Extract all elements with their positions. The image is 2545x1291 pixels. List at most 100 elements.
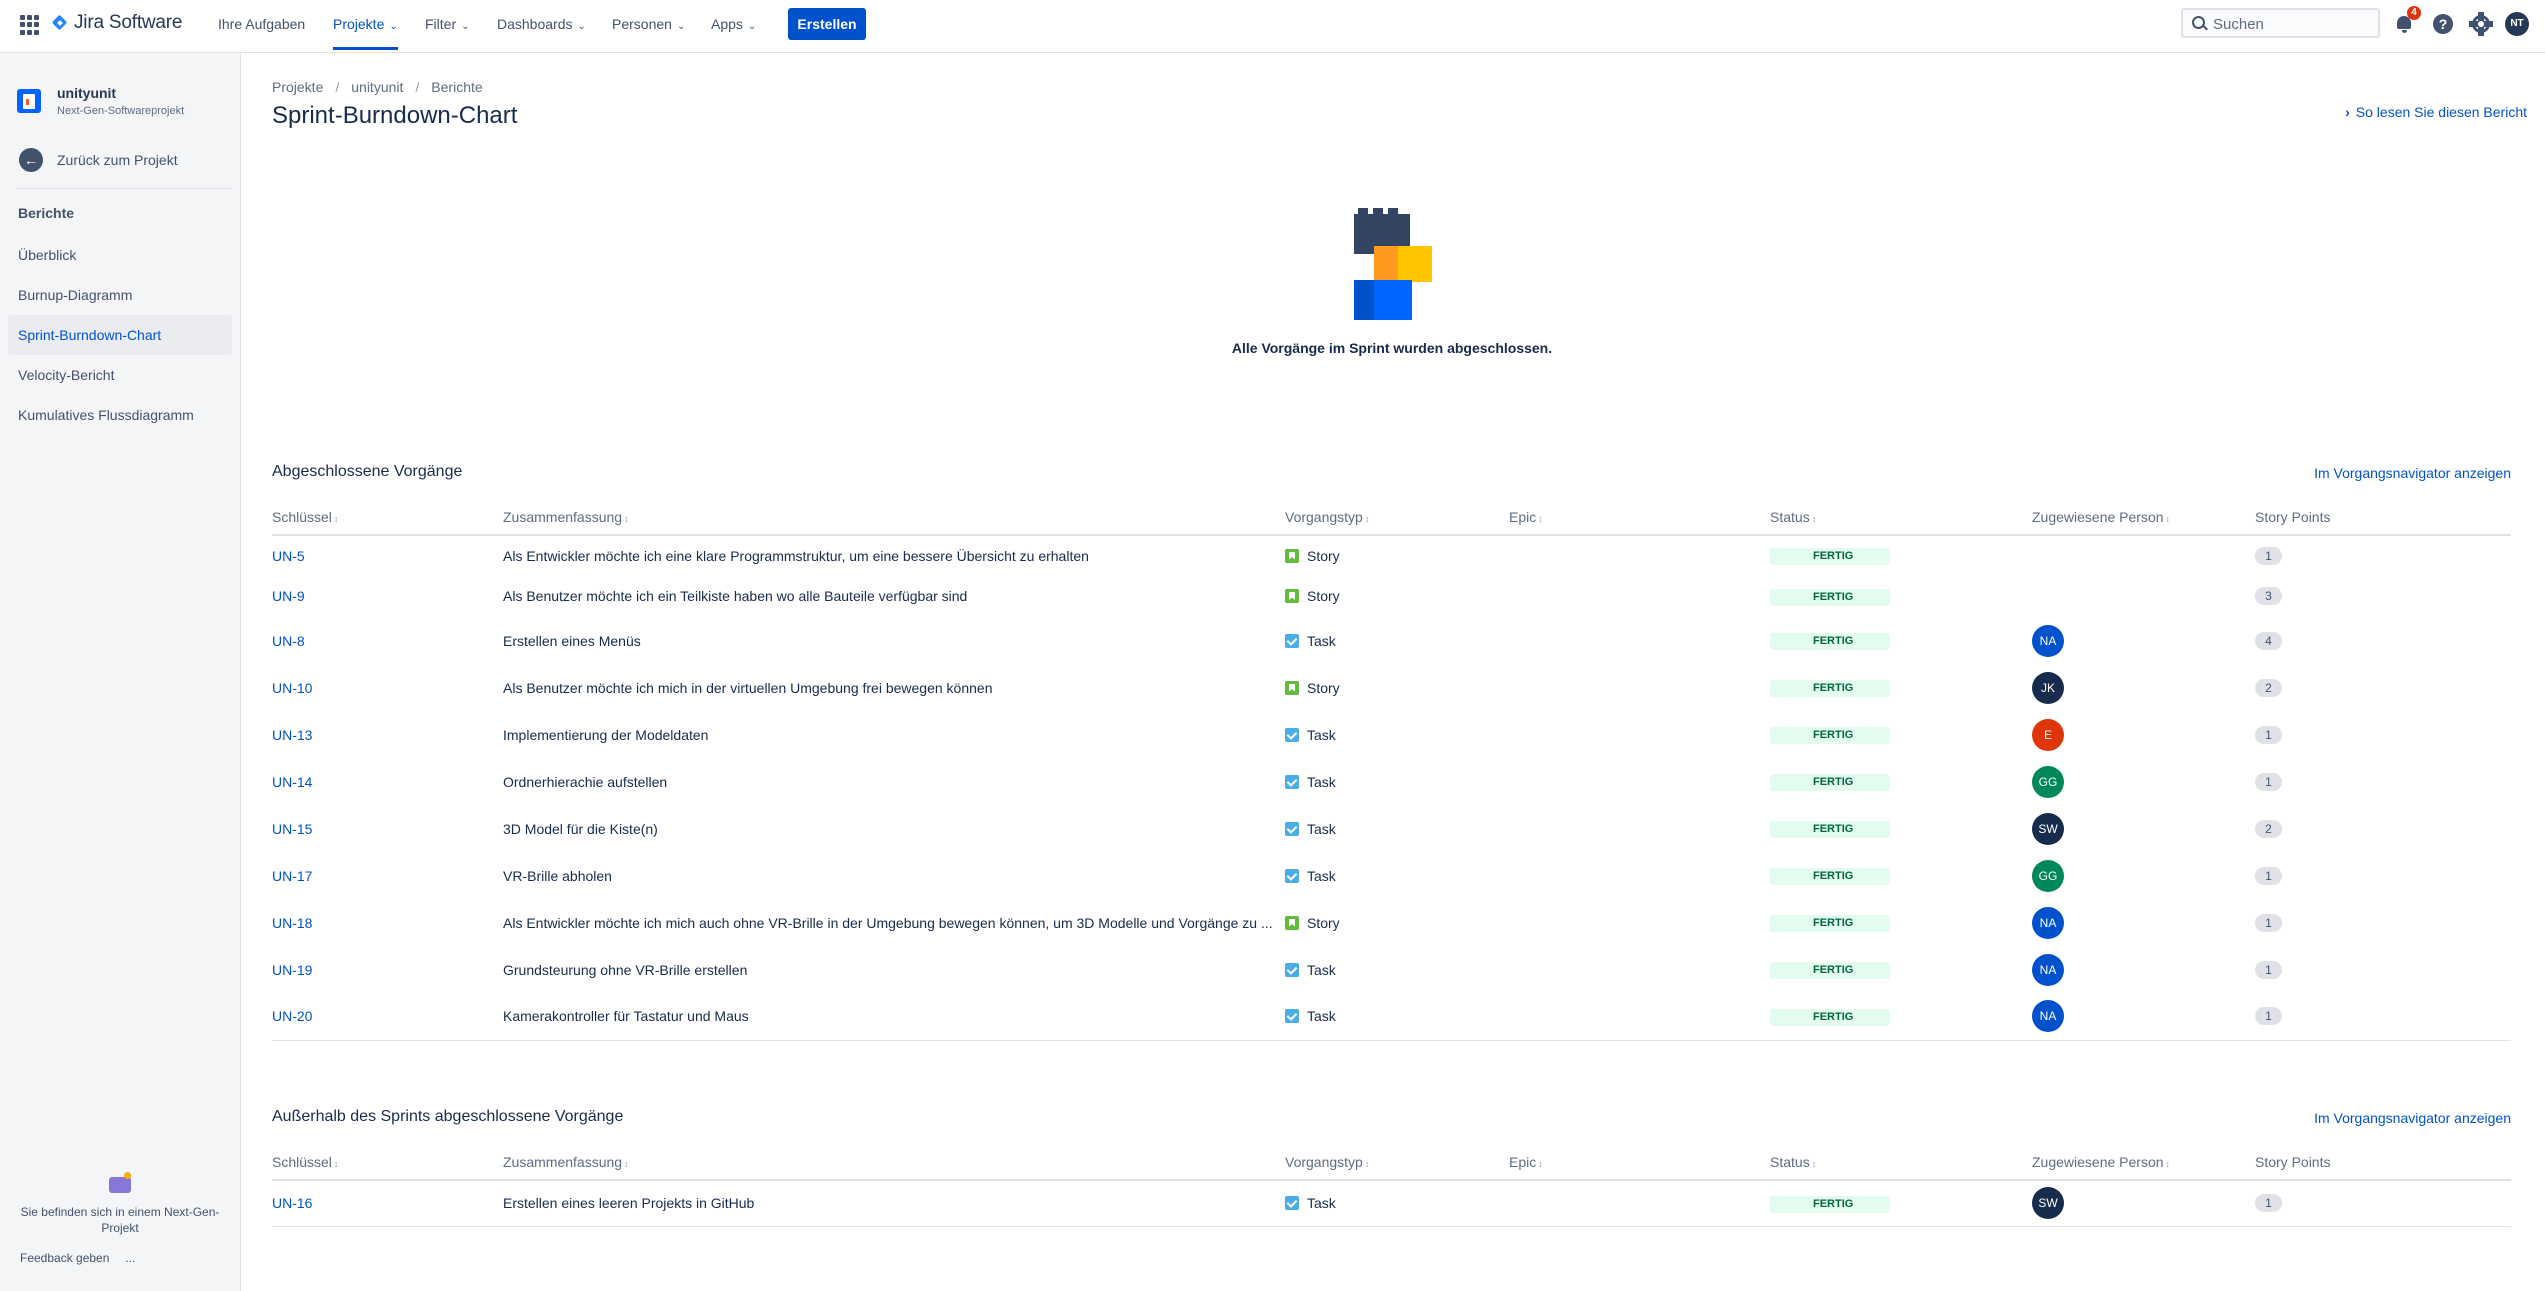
assignee-avatar[interactable]: JK bbox=[2032, 671, 2064, 704]
table-row[interactable]: UN-18 Als Entwickler möchte ich mich auch… bbox=[272, 899, 2511, 946]
column-summary[interactable]: Zusammenfassung ↕ bbox=[503, 1145, 1285, 1181]
column-epic[interactable]: Epic ↕ bbox=[1509, 500, 1770, 536]
top-navigation: Jira Software Ihre Aufgaben Projekte ⌄ Fi… bbox=[0, 0, 2545, 53]
nav-your-work[interactable]: Ihre Aufgaben bbox=[218, 0, 305, 50]
issue-key-link[interactable]: UN-15 bbox=[272, 821, 312, 837]
assignee-avatar[interactable]: NA bbox=[2032, 1000, 2064, 1033]
nav-projects[interactable]: Projekte ⌄ bbox=[333, 0, 398, 50]
app-switcher-icon[interactable] bbox=[20, 15, 40, 35]
issue-key-link[interactable]: UN-14 bbox=[272, 774, 312, 790]
column-status[interactable]: Status ↕ bbox=[1770, 1145, 2032, 1181]
next-gen-text: Sie befinden sich in einem Next-Gen-Proj… bbox=[20, 1205, 220, 1235]
column-assignee[interactable]: Zugewiesene Person ↕ bbox=[2032, 1145, 2255, 1181]
assignee-avatar[interactable]: SW bbox=[2032, 812, 2064, 845]
table-row[interactable]: UN-5 Als Entwickler möchte ich eine klare… bbox=[272, 535, 2511, 575]
sidebar-item-sprint-burndown[interactable]: Sprint-Burndown-Chart bbox=[8, 315, 232, 355]
table-row[interactable]: UN-13 Implementierung der Modeldaten Task F… bbox=[272, 711, 2511, 758]
assignee-avatar[interactable]: NA bbox=[2032, 953, 2064, 986]
sidebar-section-title: Berichte bbox=[18, 205, 75, 221]
column-type[interactable]: Vorgangstyp ↕ bbox=[1285, 1145, 1509, 1181]
how-to-read-link[interactable]: › So lesen Sie diesen Bericht bbox=[2345, 104, 2527, 120]
column-epic[interactable]: Epic ↕ bbox=[1509, 1145, 1770, 1181]
table-row[interactable]: UN-20 Kamerakontroller für Tastatur und M… bbox=[272, 993, 2511, 1041]
issue-key-link[interactable]: UN-16 bbox=[272, 1195, 312, 1211]
feedback-link[interactable]: Feedback geben bbox=[20, 1251, 109, 1265]
assignee-avatar[interactable]: GG bbox=[2032, 859, 2064, 892]
table-row[interactable]: UN-9 Als Benutzer möchte ich ein Teilkist… bbox=[272, 575, 2511, 617]
status-badge: FERTIG bbox=[1770, 548, 1890, 565]
column-story-points: Story Points bbox=[2255, 1145, 2511, 1181]
status-badge: FERTIG bbox=[1770, 915, 1890, 932]
issue-summary: Implementierung der Modeldaten bbox=[503, 726, 709, 743]
story-points-badge: 1 bbox=[2255, 1007, 2282, 1026]
assignee-avatar[interactable]: GG bbox=[2032, 765, 2064, 798]
assignee-avatar[interactable]: E bbox=[2032, 718, 2064, 751]
project-avatar bbox=[17, 89, 41, 113]
settings-button[interactable] bbox=[2469, 12, 2493, 36]
issue-key-link[interactable]: UN-9 bbox=[272, 588, 305, 604]
more-options[interactable]: ... bbox=[125, 1251, 135, 1265]
issue-summary: 3D Model für die Kiste(n) bbox=[503, 820, 658, 837]
column-status[interactable]: Status ↕ bbox=[1770, 500, 2032, 536]
nav-apps[interactable]: Apps ⌄ bbox=[711, 0, 756, 50]
table-row[interactable]: UN-15 3D Model für die Kiste(n) Task FERTIG… bbox=[272, 805, 2511, 852]
issue-summary: Ordnerhierachie aufstellen bbox=[503, 773, 668, 790]
nav-filters[interactable]: Filter ⌄ bbox=[425, 0, 470, 50]
issue-summary: Als Benutzer möchte ich ein Teilkiste ha… bbox=[503, 588, 968, 604]
breadcrumb-projects[interactable]: Projekte bbox=[272, 79, 323, 95]
column-key[interactable]: Schlüssel ↕ bbox=[272, 1145, 503, 1181]
breadcrumb-reports[interactable]: Berichte bbox=[431, 79, 482, 95]
user-avatar[interactable]: NT bbox=[2505, 12, 2529, 36]
nav-dashboards[interactable]: Dashboards ⌄ bbox=[497, 0, 586, 50]
issue-summary: Grundsteurung ohne VR-Brille erstellen bbox=[503, 961, 748, 978]
search-box[interactable] bbox=[2181, 8, 2380, 38]
table-row[interactable]: UN-16 Erstellen eines leeren Projekts in … bbox=[272, 1180, 2511, 1227]
issue-type: Story bbox=[1285, 548, 1509, 564]
column-type[interactable]: Vorgangstyp ↕ bbox=[1285, 500, 1509, 536]
back-to-project-link[interactable]: ← Zurück zum Projekt bbox=[8, 140, 232, 180]
breadcrumb-project[interactable]: unityunit bbox=[351, 79, 403, 95]
jira-logo[interactable]: Jira Software bbox=[52, 12, 182, 34]
sidebar-item-velocity[interactable]: Velocity-Bericht bbox=[8, 355, 232, 395]
column-key[interactable]: Schlüssel ↕ bbox=[272, 500, 503, 536]
issue-key-link[interactable]: UN-20 bbox=[272, 1008, 312, 1024]
help-button[interactable]: ? bbox=[2431, 12, 2455, 36]
issue-navigator-link[interactable]: Im Vorgangsnavigator anzeigen bbox=[2314, 1110, 2511, 1126]
assignee-avatar[interactable]: NA bbox=[2032, 624, 2064, 657]
task-type-icon bbox=[1285, 633, 1299, 648]
issue-key-link[interactable]: UN-18 bbox=[272, 915, 312, 931]
issue-type: Task bbox=[1285, 774, 1509, 790]
sidebar-item-burnup[interactable]: Burnup-Diagramm bbox=[8, 275, 232, 315]
table-row[interactable]: UN-19 Grundsteurung ohne VR-Brille erstel… bbox=[272, 946, 2511, 993]
sidebar-item-overview[interactable]: Überblick bbox=[8, 235, 232, 275]
search-input[interactable] bbox=[2211, 10, 2375, 38]
story-points-badge: 1 bbox=[2255, 546, 2282, 565]
issue-key-link[interactable]: UN-13 bbox=[272, 727, 312, 743]
issue-key-link[interactable]: UN-5 bbox=[272, 548, 305, 564]
issue-key-link[interactable]: UN-10 bbox=[272, 680, 312, 696]
issue-key-link[interactable]: UN-17 bbox=[272, 868, 312, 884]
table-row[interactable]: UN-14 Ordnerhierachie aufstellen Task FERTI… bbox=[272, 758, 2511, 805]
issue-navigator-link[interactable]: Im Vorgangsnavigator anzeigen bbox=[2314, 465, 2511, 481]
page-title: Sprint-Burndown-Chart bbox=[272, 102, 518, 129]
create-button[interactable]: Erstellen bbox=[788, 8, 866, 40]
column-assignee[interactable]: Zugewiesene Person ↕ bbox=[2032, 500, 2255, 536]
assignee-avatar[interactable]: NA bbox=[2032, 906, 2064, 939]
feedback-area: Feedback geben... bbox=[20, 1251, 135, 1265]
notifications-button[interactable]: 4 bbox=[2393, 6, 2421, 36]
table-row[interactable]: UN-17 VR-Brille abholen Task FERTIG GG 1 bbox=[272, 852, 2511, 899]
issue-key-link[interactable]: UN-19 bbox=[272, 962, 312, 978]
issue-epic bbox=[1509, 758, 1770, 805]
next-gen-info: Sie befinden sich in einem Next-Gen-Proj… bbox=[16, 1172, 224, 1236]
table-row[interactable]: UN-8 Erstellen eines Menüs Task FERTIG NA 4 bbox=[272, 617, 2511, 664]
column-summary[interactable]: Zusammenfassung ↕ bbox=[503, 500, 1285, 536]
issue-key-link[interactable]: UN-8 bbox=[272, 633, 305, 649]
nav-people[interactable]: Personen ⌄ bbox=[612, 0, 685, 50]
table-row[interactable]: UN-10 Als Benutzer möchte ich mich in der… bbox=[272, 664, 2511, 711]
project-type: Next-Gen-Softwareprojekt bbox=[57, 105, 185, 117]
issue-epic bbox=[1509, 575, 1770, 617]
sidebar-item-cumulative-flow[interactable]: Kumulatives Flussdiagramm bbox=[8, 395, 232, 435]
task-type-icon bbox=[1285, 727, 1299, 742]
issue-type: Task bbox=[1285, 1008, 1509, 1024]
assignee-avatar[interactable]: SW bbox=[2032, 1187, 2064, 1220]
